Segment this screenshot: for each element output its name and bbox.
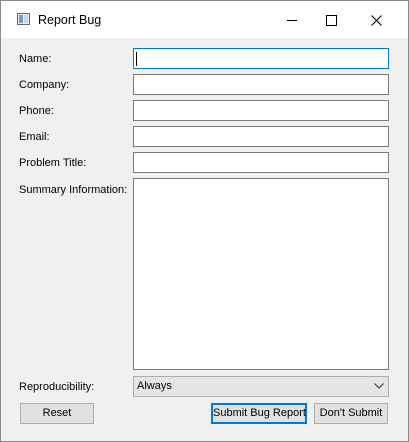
problem-title-field[interactable] — [133, 152, 389, 173]
maximize-button[interactable] — [315, 1, 361, 38]
reproducibility-select[interactable]: Always — [133, 376, 389, 397]
text-caret — [136, 52, 137, 66]
email-field[interactable] — [133, 126, 389, 147]
phone-label: Phone: — [19, 105, 54, 117]
reproducibility-label: Reproducibility: — [19, 381, 95, 393]
company-field[interactable] — [133, 74, 389, 95]
problem-title-label: Problem Title: — [19, 157, 87, 169]
summary-information-label: Summary Information: — [19, 184, 128, 196]
title-bar[interactable]: Report Bug — [1, 1, 408, 38]
phone-field[interactable] — [133, 100, 389, 121]
chevron-down-icon — [374, 383, 384, 389]
dont-submit-button[interactable]: Don't Submit — [314, 403, 388, 424]
minimize-icon — [287, 20, 297, 21]
email-label: Email: — [19, 131, 50, 143]
close-button[interactable] — [361, 1, 407, 38]
report-bug-dialog: Report Bug Name: Company: Phone: Email: … — [0, 0, 409, 442]
name-field[interactable] — [133, 48, 389, 69]
submit-bug-report-button[interactable]: Submit Bug Report — [211, 403, 307, 424]
reset-button[interactable]: Reset — [20, 403, 94, 424]
maximize-icon — [326, 15, 337, 26]
company-label: Company: — [19, 79, 70, 91]
name-label: Name: — [19, 53, 52, 65]
close-icon — [371, 15, 382, 26]
window-title: Report Bug — [38, 13, 102, 27]
reproducibility-selected-value: Always — [137, 380, 172, 392]
app-window-icon — [17, 13, 30, 25]
summary-information-textarea[interactable] — [133, 178, 389, 370]
minimize-button[interactable] — [269, 1, 315, 38]
